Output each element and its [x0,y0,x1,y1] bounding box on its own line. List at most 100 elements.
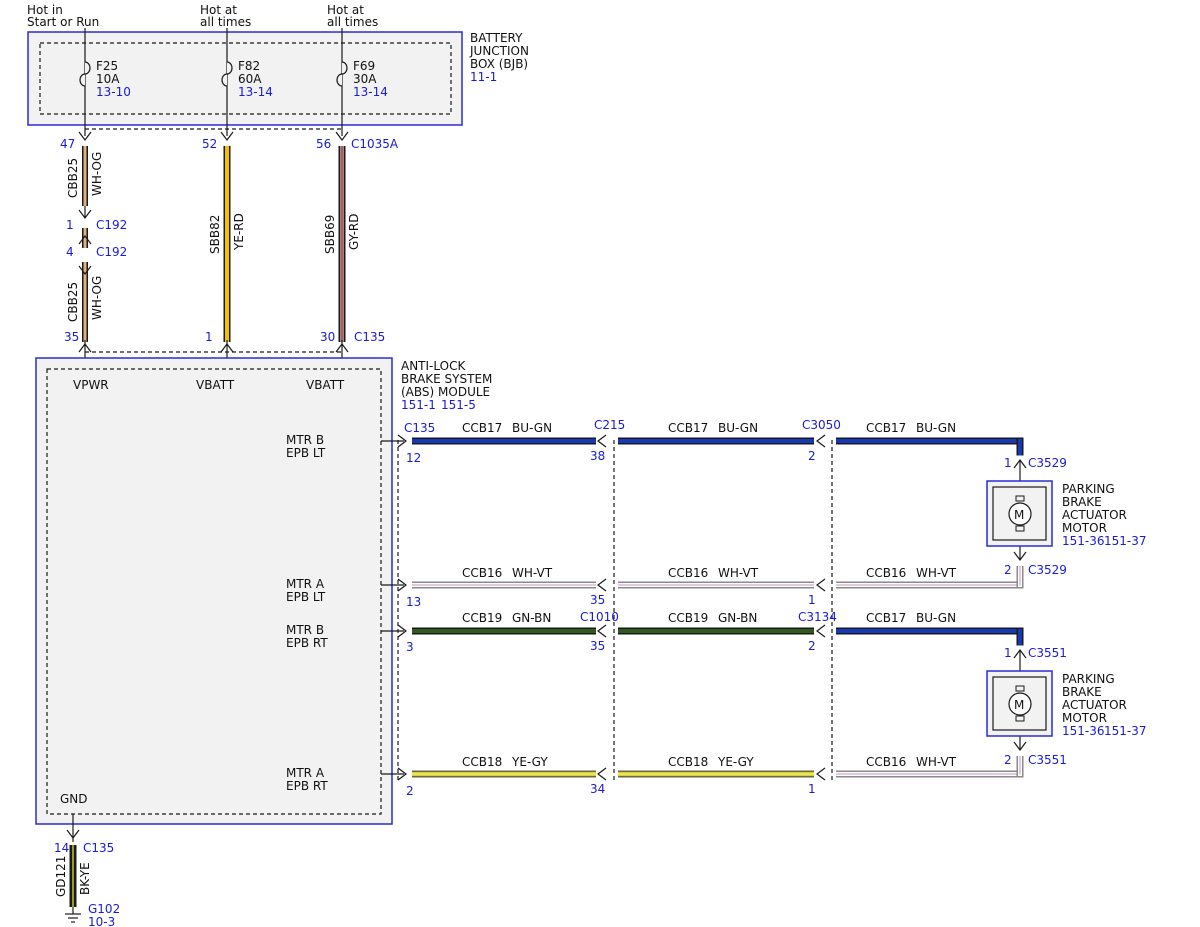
abs-pin-mtr-a-rt-l1: MTR A [286,766,325,780]
row2-circuit1: CCB16 [462,566,502,580]
circuit-sbb69: SBB69 [323,215,337,254]
row2-color3: WH-VT [916,566,957,580]
row1-circuit3: CCB17 [866,421,906,435]
fuse-f69-ref: 13-14 [353,85,388,99]
connector-c215: C215 [594,418,625,432]
feed-label-f69-line2: all times [327,15,378,29]
pin-30: 30 [320,330,335,344]
motor2-conn-bot: C3551 [1028,753,1067,767]
wire-gy-rd [338,146,346,342]
color-wh-og-lower: WH-OG [90,276,104,320]
wire-row2-seg2 [618,581,814,589]
wire-row1-seg3 [836,437,1024,456]
motor2-label-l2: BRAKE [1062,685,1102,699]
pin-4-c192: 4 [66,245,74,259]
abs-pin-mtr-a-lt-l1: MTR A [286,577,325,591]
wire-bk-ye [69,845,77,907]
pin-1-c135: 1 [205,330,213,344]
fuse-f69-rating: 30A [353,72,377,86]
motor2-ref1: 151-36 [1062,724,1105,738]
row1-color3: BU-GN [916,421,956,435]
connector-c3134: C3134 [798,610,837,624]
connector-arrow-icon [597,767,607,781]
motor2-pin-top: 1 [1004,646,1012,660]
row4-circuit2: CCB18 [668,755,708,769]
motor1-symbol: M [1014,508,1024,522]
pin-56: 56 [316,137,331,151]
row3-circuit1: CCB19 [462,611,502,625]
motor2-conn-top: C3551 [1028,646,1067,660]
row1-pin2: 38 [590,449,605,463]
wire-row1-seg1 [412,437,596,445]
fuse-f25-ref: 13-10 [96,85,131,99]
motor1-label-l1: PARKING [1062,482,1115,496]
motor2-pin-bot: 2 [1004,753,1012,767]
color-gy-rd: GY-RD [347,213,361,250]
wire-row4-seg1 [412,770,596,778]
row4-pin3: 1 [808,782,816,796]
motor2-label-l1: PARKING [1062,672,1115,686]
ground-pin: 14 [54,841,69,855]
ground-circuit: GD121 [54,856,68,897]
ground-ref: 10-3 [88,915,115,927]
abs-pin-vbatt-1: VBATT [196,378,235,392]
row4-circuit3: CCB16 [866,755,906,769]
connector-c192-b: C192 [96,245,127,259]
wire-row4-seg2 [618,770,814,778]
motor1-ref1: 151-36 [1062,534,1105,548]
abs-label-line2: BRAKE SYSTEM [401,372,492,386]
row3-color1: GN-BN [512,611,551,625]
fuse-f25-rating: 10A [96,72,120,86]
row4-color2: YE-GY [717,755,754,769]
row3-pin3: 2 [808,639,816,653]
wire-row3-seg1 [412,627,596,635]
abs-pin-gnd: GND [60,792,88,806]
motor2-ref2: 151-37 [1104,724,1147,738]
pin-35: 35 [64,330,79,344]
feed-label-f25-line2: Start or Run [27,15,99,29]
wire-wh-og-upper [82,146,88,206]
row3-circuit2: CCB19 [668,611,708,625]
connector-arrow-icon [816,767,826,781]
motor2-label-l3: ACTUATOR [1062,698,1127,712]
bjb-ref: 11-1 [470,70,497,84]
abs-pin-vbatt-2: VBATT [306,378,345,392]
wire-row3-seg3 [836,627,1024,646]
circuit-sbb82: SBB82 [208,215,222,254]
connector-c3050: C3050 [802,418,841,432]
row2-circuit2: CCB16 [668,566,708,580]
row1-pin3: 2 [808,449,816,463]
fuse-f82-rating: 60A [238,72,262,86]
row2-circuit3: CCB16 [866,566,906,580]
connector-arrow-icon [816,624,826,638]
row3-pin1: 3 [406,640,414,654]
abs-pin-mtr-b-rt-l1: MTR B [286,623,324,637]
wire-row2-seg1 [412,581,596,589]
pin-52: 52 [202,137,217,151]
feed-label-f82-line2: all times [200,15,251,29]
motor1-ref2: 151-37 [1104,534,1147,548]
abs-pin-mtr-a-rt-l2: EPB RT [286,779,328,793]
row2-color1: WH-VT [512,566,553,580]
connector-c135-top: C135 [354,330,385,344]
wiring-diagram: Hot in Start or Run Hot at all times Hot… [27,3,1147,927]
row2-color2: WH-VT [718,566,759,580]
connector-c1010: C1010 [580,610,619,624]
motor1-pin-top: 1 [1004,456,1012,470]
abs-module-box [35,357,393,825]
fuse-f69-name: F69 [353,59,375,73]
motor1-label-l2: BRAKE [1062,495,1102,509]
connector-arrow-icon [816,578,826,592]
row1-color1: BU-GN [512,421,552,435]
fuse-f25-name: F25 [96,59,118,73]
connector-c1035a: C1035A [351,137,399,151]
abs-ref-1: 151-1 [401,398,436,412]
row3-circuit3: CCB17 [866,611,906,625]
connector-arrow-icon [816,434,826,448]
abs-ref-2: 151-5 [441,398,476,412]
motor1-label-l4: MOTOR [1062,521,1107,535]
motor2-symbol: M [1014,698,1024,712]
row1-pin1: 12 [406,451,421,465]
row3-pin2: 35 [590,639,605,653]
row4-color1: YE-GY [511,755,548,769]
